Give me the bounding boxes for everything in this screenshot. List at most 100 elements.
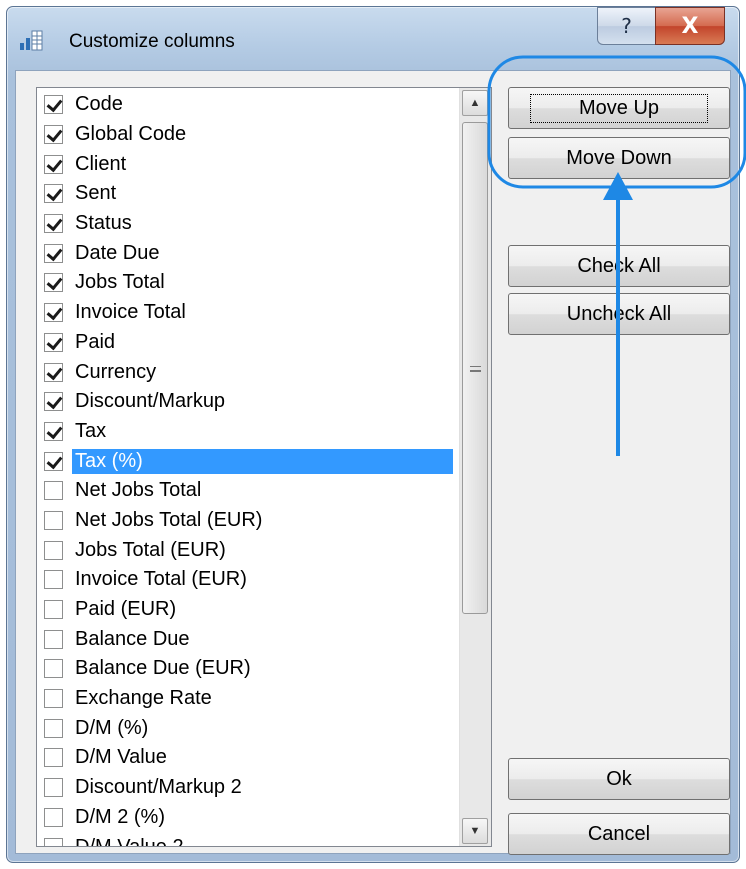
- checkbox-checked[interactable]: [44, 95, 63, 115]
- list-item[interactable]: Balance Due: [37, 624, 453, 654]
- list-item[interactable]: Balance Due (EUR): [37, 654, 453, 684]
- list-item[interactable]: D/M 2 (%): [37, 803, 453, 833]
- checkbox-checked[interactable]: [44, 154, 63, 174]
- columns-listbox[interactable]: Code Global Code Client Sent Status Date Due J…: [36, 87, 492, 847]
- customize-columns-dialog: Customize columns ? X Code Global Code Cli…: [6, 6, 740, 863]
- list-item[interactable]: D/M (%): [37, 713, 453, 743]
- checkbox-unchecked[interactable]: [44, 481, 63, 501]
- checkbox-checked[interactable]: [44, 243, 63, 263]
- list-item-label: Sent: [75, 182, 117, 205]
- list-item[interactable]: Tax: [37, 417, 453, 447]
- list-item[interactable]: Paid (EUR): [37, 595, 453, 625]
- checkbox-unchecked[interactable]: [44, 629, 63, 649]
- list-item[interactable]: Sent: [37, 179, 453, 209]
- list-item-label: Global Code: [75, 123, 187, 146]
- list-item-label: Status: [75, 212, 132, 235]
- checkbox-checked[interactable]: [44, 451, 63, 471]
- list-item[interactable]: Client: [37, 149, 453, 179]
- help-icon: ?: [621, 14, 632, 38]
- list-item[interactable]: Discount/Markup 2: [37, 773, 453, 803]
- list-item-label: Balance Due: [75, 627, 190, 650]
- checkbox-checked[interactable]: [44, 303, 63, 323]
- scrollbar-grip: [470, 371, 481, 372]
- move-up-button[interactable]: Move Up: [508, 87, 730, 129]
- scroll-up-arrow-icon[interactable]: ▲: [462, 90, 488, 116]
- list-item[interactable]: Discount/Markup: [37, 387, 453, 417]
- list-item[interactable]: D/M Value 2: [37, 832, 453, 847]
- checkbox-unchecked[interactable]: [44, 837, 63, 846]
- uncheck-all-button[interactable]: Uncheck All: [508, 293, 730, 335]
- checkbox-unchecked[interactable]: [44, 540, 63, 560]
- list-item-label: Invoice Total (EUR): [75, 568, 247, 591]
- list-item-label: Balance Due (EUR): [75, 657, 251, 680]
- list-item-label: Exchange Rate: [75, 687, 212, 710]
- dialog-title: Customize columns: [69, 31, 235, 52]
- list-item[interactable]: D/M Value: [37, 743, 453, 773]
- list-item[interactable]: Net Jobs Total (EUR): [37, 506, 453, 536]
- vertical-scrollbar[interactable]: ▲ ▼: [459, 88, 491, 846]
- list-item-label: Currency: [75, 360, 157, 383]
- list-item-label: Tax: [75, 419, 107, 442]
- close-button[interactable]: X: [655, 7, 725, 45]
- list-item[interactable]: Status: [37, 209, 453, 239]
- list-item-label: Jobs Total: [75, 271, 165, 294]
- ok-button[interactable]: Ok: [508, 758, 730, 800]
- checkbox-unchecked[interactable]: [44, 689, 63, 709]
- scrollbar-thumb[interactable]: [462, 122, 488, 614]
- scroll-down-arrow-icon[interactable]: ▼: [462, 818, 488, 844]
- list-item[interactable]: Tax (%): [37, 446, 453, 476]
- list-item[interactable]: Jobs Total (EUR): [37, 535, 453, 565]
- list-item-label: D/M Value 2: [75, 835, 184, 847]
- checkbox-unchecked[interactable]: [44, 718, 63, 738]
- list-item[interactable]: Invoice Total: [37, 298, 453, 328]
- move-up-label: Move Up: [529, 93, 709, 123]
- checkbox-unchecked[interactable]: [44, 510, 63, 530]
- checkbox-unchecked[interactable]: [44, 600, 63, 620]
- checkbox-checked[interactable]: [44, 273, 63, 293]
- list-item[interactable]: Paid: [37, 328, 453, 358]
- list-item[interactable]: Date Due: [37, 238, 453, 268]
- close-icon: X: [681, 13, 699, 39]
- list-item-label: Invoice Total: [75, 301, 186, 324]
- list-item[interactable]: Jobs Total: [37, 268, 453, 298]
- columns-list: Code Global Code Client Sent Status Date Due J…: [37, 90, 453, 847]
- checkbox-unchecked[interactable]: [44, 570, 63, 590]
- list-item[interactable]: Code: [37, 90, 453, 120]
- list-item-label: Discount/Markup: [75, 390, 226, 413]
- checkbox-checked[interactable]: [44, 184, 63, 204]
- list-item-label: D/M (%): [75, 716, 149, 739]
- list-item[interactable]: Currency: [37, 357, 453, 387]
- list-item-label: Paid: [75, 330, 116, 353]
- checkbox-unchecked[interactable]: [44, 659, 63, 679]
- checkbox-checked[interactable]: [44, 125, 63, 145]
- checkbox-checked[interactable]: [44, 332, 63, 352]
- list-item[interactable]: Global Code: [37, 120, 453, 150]
- checkbox-checked[interactable]: [44, 362, 63, 382]
- checkbox-unchecked[interactable]: [44, 748, 63, 768]
- list-item-label: Code: [75, 93, 123, 116]
- checkbox-checked[interactable]: [44, 421, 63, 441]
- checkbox-unchecked[interactable]: [44, 807, 63, 827]
- checkbox-checked[interactable]: [44, 392, 63, 412]
- list-item-label: Date Due: [75, 241, 160, 264]
- list-item[interactable]: Net Jobs Total: [37, 476, 453, 506]
- dialog-content: Code Global Code Client Sent Status Date Due J…: [15, 70, 731, 855]
- list-item-label: Paid (EUR): [75, 598, 177, 621]
- list-item-label: Client: [75, 152, 127, 175]
- list-item-label: Net Jobs Total (EUR): [75, 508, 263, 531]
- cancel-button[interactable]: Cancel: [508, 813, 730, 855]
- list-item-label: Tax (%): [72, 448, 453, 474]
- list-item-label: Net Jobs Total: [75, 479, 202, 502]
- move-down-button[interactable]: Move Down: [508, 137, 730, 179]
- list-item-label: D/M 2 (%): [75, 805, 165, 828]
- list-item-label: D/M Value: [75, 746, 167, 769]
- check-all-button[interactable]: Check All: [508, 245, 730, 287]
- list-item-label: Jobs Total (EUR): [75, 538, 226, 561]
- columns-chart-icon: [19, 29, 43, 51]
- list-item[interactable]: Exchange Rate: [37, 684, 453, 714]
- list-item[interactable]: Invoice Total (EUR): [37, 565, 453, 595]
- help-button[interactable]: ?: [597, 7, 655, 45]
- checkbox-checked[interactable]: [44, 214, 63, 234]
- checkbox-unchecked[interactable]: [44, 778, 63, 798]
- title-bar[interactable]: Customize columns ? X: [7, 7, 739, 71]
